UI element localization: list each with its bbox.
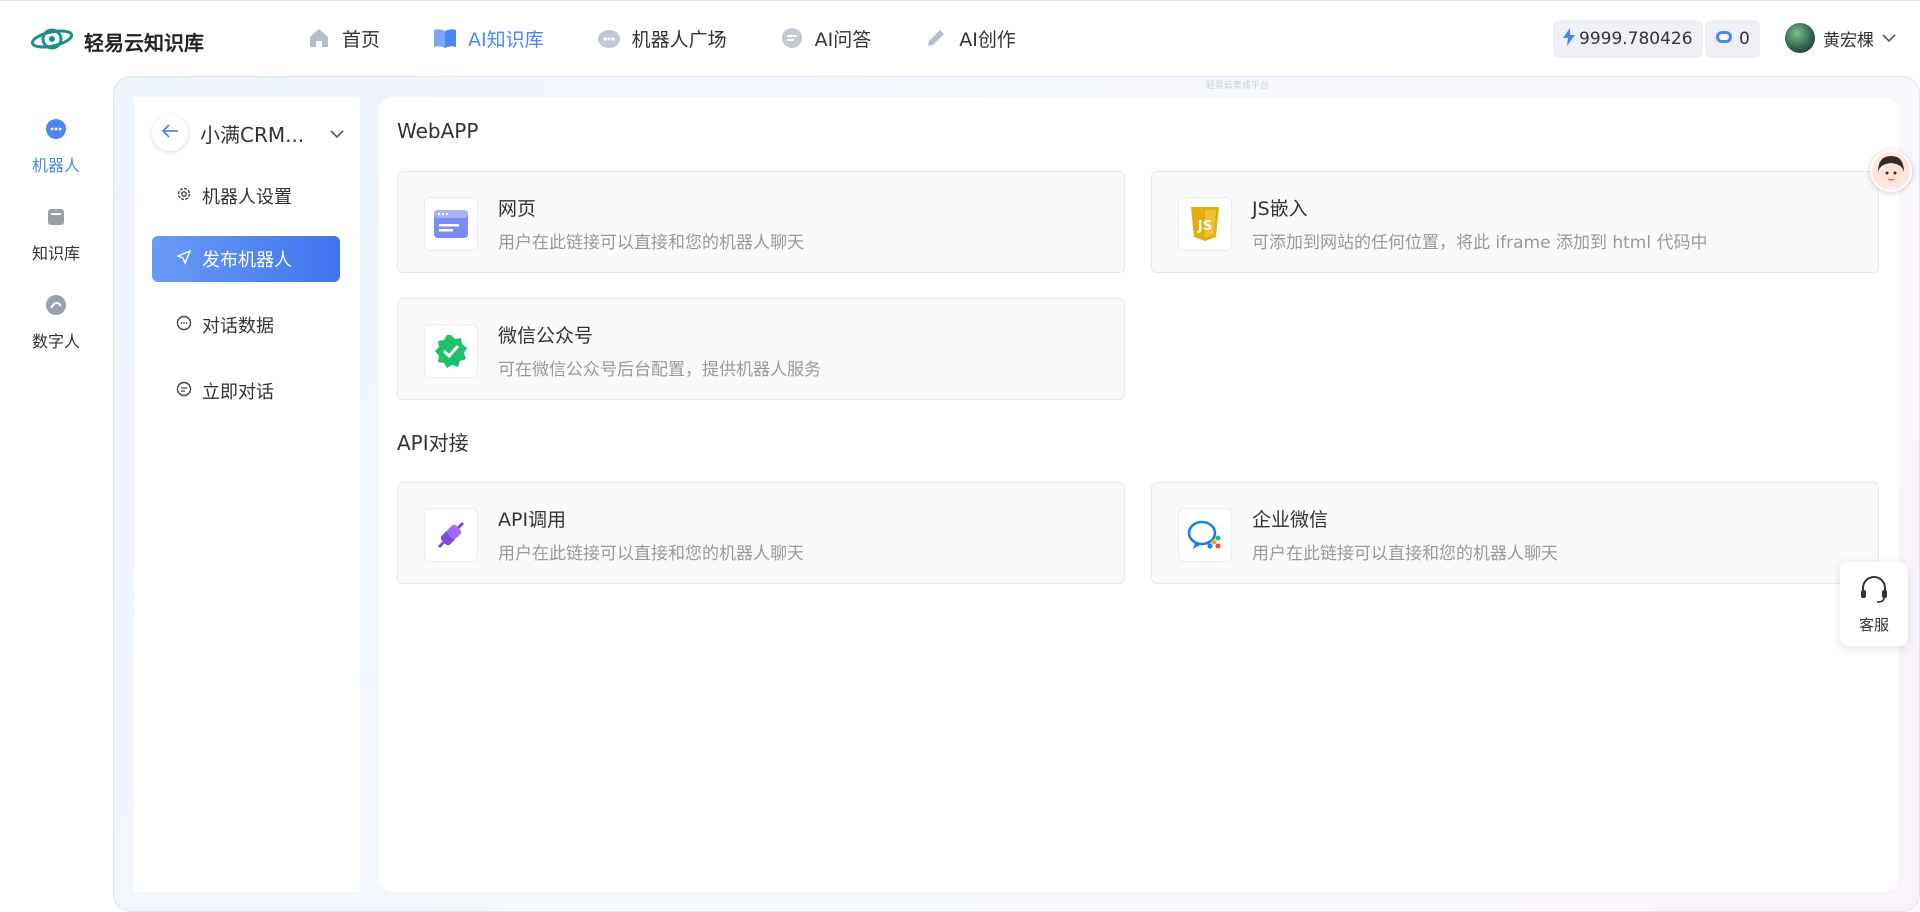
- card-wecom[interactable]: 企业微信 用户在此链接可以直接和您的机器人聊天: [1151, 482, 1879, 584]
- nav-ai-qa[interactable]: AI问答: [779, 21, 872, 55]
- rail-label: 知识库: [31, 244, 80, 263]
- card-desc: 可添加到网站的任何位置，将此 iframe 添加到 html 代码中: [1252, 233, 1708, 253]
- submenu-label: 机器人设置: [202, 187, 292, 208]
- nav-label: 首页: [342, 28, 381, 51]
- digital-human-icon: [45, 294, 67, 320]
- webpage-icon: [424, 197, 478, 251]
- chevron-down-icon: [1882, 28, 1896, 48]
- submenu-item-settings[interactable]: 机器人设置: [152, 173, 340, 219]
- pen-icon: [923, 25, 949, 51]
- publish-content: WebAPP 网页 用户在此链接可以直接和您的机器人聊天 JS JS嵌入 可添加…: [379, 97, 1899, 892]
- token-icon: [1715, 29, 1733, 49]
- nav-ai-create[interactable]: AI创作: [923, 21, 1016, 55]
- planet-logo-icon: [30, 21, 74, 61]
- nav-home[interactable]: 首页: [306, 21, 380, 55]
- home-icon: [306, 25, 332, 51]
- token-badge[interactable]: 0: [1705, 20, 1760, 58]
- nav-label: 机器人广场: [631, 28, 727, 51]
- card-title: 企业微信: [1252, 509, 1329, 531]
- headset-icon: [1858, 574, 1890, 608]
- card-title: 网页: [498, 198, 537, 220]
- rail-item-robot[interactable]: 机器人: [0, 118, 112, 176]
- service-label: 客服: [1858, 615, 1889, 634]
- main-nav: 首页 AI知识库 机器人广场 AI问答 AI创作: [306, 21, 1068, 55]
- send-icon: [176, 249, 192, 270]
- nav-robot-plaza[interactable]: 机器人广场: [596, 21, 727, 55]
- bot-selector[interactable]: 小满CRM...: [152, 115, 344, 151]
- rail-label: 机器人: [31, 156, 80, 175]
- robot-submenu: 小满CRM... 机器人设置 发布机器人 对话数据 立即对话: [134, 97, 360, 892]
- user-name: 黄宏棵: [1823, 30, 1874, 51]
- wecom-icon: [1178, 508, 1232, 562]
- submenu-label: 对话数据: [202, 316, 274, 337]
- submenu-item-chat-now[interactable]: 立即对话: [152, 368, 340, 414]
- wechat-official-icon: [424, 324, 478, 378]
- section-title-webapp: WebAPP: [397, 119, 479, 143]
- card-title: JS嵌入: [1252, 198, 1308, 220]
- logo-text: 轻易云知识库: [84, 30, 204, 55]
- left-rail: 机器人 知识库 数字人: [0, 76, 112, 912]
- assistant-avatar[interactable]: [1870, 150, 1912, 192]
- submenu-item-publish[interactable]: 发布机器人: [152, 236, 340, 282]
- balance-badge[interactable]: 9999.780426: [1553, 20, 1703, 58]
- database-icon: [45, 206, 67, 232]
- bot-name: 小满CRM...: [200, 122, 305, 147]
- avatar: [1785, 23, 1815, 53]
- arrow-left-icon: [161, 123, 179, 143]
- chat-bubble-icon: [176, 381, 192, 402]
- nav-ai-knowledge[interactable]: AI知识库: [432, 21, 544, 55]
- balance-value: 9999.780426: [1579, 29, 1693, 49]
- chat-icon: [779, 25, 805, 51]
- nav-label: AI知识库: [468, 28, 544, 51]
- submenu-item-conversation-data[interactable]: 对话数据: [152, 302, 340, 348]
- chevron-down-icon: [330, 124, 344, 143]
- message-icon: [176, 315, 192, 336]
- robot-icon: [596, 25, 622, 51]
- book-icon: [432, 25, 458, 51]
- card-desc: 用户在此链接可以直接和您的机器人聊天: [498, 233, 804, 253]
- rail-item-knowledge[interactable]: 知识库: [0, 206, 112, 264]
- submenu-label: 立即对话: [202, 382, 274, 403]
- token-value: 0: [1739, 29, 1750, 49]
- card-desc: 用户在此链接可以直接和您的机器人聊天: [1252, 544, 1558, 564]
- logo[interactable]: 轻易云知识库: [30, 21, 204, 61]
- gear-icon: [176, 186, 192, 207]
- card-desc: 用户在此链接可以直接和您的机器人聊天: [498, 544, 804, 564]
- nav-label: AI问答: [814, 28, 872, 51]
- svg-text:JS: JS: [1197, 219, 1212, 234]
- nav-label: AI创作: [959, 28, 1016, 51]
- watermark: 轻易云集成平台: [1206, 81, 1270, 91]
- card-title: 微信公众号: [498, 325, 594, 347]
- top-bar: 轻易云知识库 首页 AI知识库 机器人广场 AI问答 AI创作 9999.780…: [0, 0, 1920, 76]
- user-menu[interactable]: 黄宏棵: [1785, 23, 1896, 53]
- submenu-label: 发布机器人: [202, 250, 292, 271]
- card-desc: 可在微信公众号后台配置，提供机器人服务: [498, 360, 821, 380]
- customer-service-button[interactable]: 客服: [1840, 562, 1908, 646]
- card-js-embed[interactable]: JS JS嵌入 可添加到网站的任何位置，将此 iframe 添加到 html 代…: [1151, 171, 1879, 273]
- card-wechat-official[interactable]: 微信公众号 可在微信公众号后台配置，提供机器人服务: [397, 298, 1125, 400]
- back-button[interactable]: [152, 115, 188, 151]
- rail-item-digital-human[interactable]: 数字人: [0, 294, 112, 352]
- plug-icon: [424, 508, 478, 562]
- card-title: API调用: [498, 509, 567, 531]
- robot-icon: [45, 118, 67, 144]
- section-title-api: API对接: [397, 431, 469, 455]
- card-webpage[interactable]: 网页 用户在此链接可以直接和您的机器人聊天: [397, 171, 1125, 273]
- rail-label: 数字人: [31, 332, 80, 351]
- lightning-icon: [1563, 27, 1575, 51]
- js-icon: JS: [1178, 197, 1232, 251]
- card-api-call[interactable]: API调用 用户在此链接可以直接和您的机器人聊天: [397, 482, 1125, 584]
